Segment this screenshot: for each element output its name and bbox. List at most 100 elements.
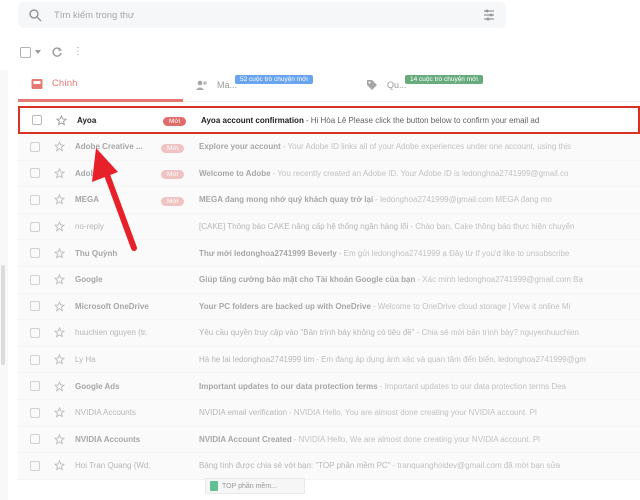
email-subject: Giúp tăng cường bảo mật cho Tài khoản Go…	[199, 275, 416, 285]
row-checkbox[interactable]	[30, 301, 40, 312]
star-icon[interactable]	[54, 300, 65, 312]
email-row[interactable]: Google Ads Important updates to our data…	[18, 373, 640, 400]
red-arrow-annotation	[92, 148, 137, 251]
select-all-checkbox[interactable]	[20, 46, 31, 58]
email-subject: Bảng tính được chia sẻ với bạn: "TOP phầ…	[199, 461, 391, 471]
sender-name: huuchien nguyen (tr.	[75, 328, 148, 338]
row-checkbox[interactable]	[30, 460, 40, 471]
tab-promotions-label: Qu...	[387, 80, 407, 90]
row-checkbox[interactable]	[30, 354, 40, 365]
sender-name: Hoi Tran Quang (Wd.	[75, 461, 151, 471]
people-icon	[196, 80, 207, 90]
star-icon[interactable]	[54, 167, 65, 179]
email-subject: Important updates to our data protection…	[199, 381, 378, 391]
sender-name: NVIDIA Accounts	[75, 408, 136, 418]
new-badge-cell: Mới	[163, 115, 201, 126]
email-snippet: - Chia sẻ mời bản trình bày? nguyenhuuch…	[416, 328, 579, 338]
email-row[interactable]: Microsoft OneDrive Your PC folders are b…	[18, 293, 640, 321]
row-checkbox[interactable]	[30, 194, 40, 205]
email-snippet: - Chào bạn, Cake thông báo thực hiện chu…	[410, 222, 575, 232]
star-icon[interactable]	[54, 141, 65, 152]
new-badge: Mới	[161, 143, 185, 153]
email-subject: Your PC folders are backed up with OneDr…	[199, 301, 371, 311]
star-icon[interactable]	[54, 274, 65, 285]
row-checkbox[interactable]	[30, 407, 40, 418]
attachment-label: TOP phần mềm...	[222, 482, 277, 490]
row-checkbox[interactable]	[30, 141, 40, 152]
spreadsheet-icon	[210, 481, 218, 491]
star-icon[interactable]	[56, 114, 67, 126]
sender-name: Google Ads	[75, 381, 120, 391]
email-subject: Yêu cầu quyền truy cập vào "Bản trình bà…	[199, 328, 415, 338]
sender-name: NVIDIA Accounts	[75, 434, 141, 444]
scrollbar[interactable]	[1, 265, 5, 365]
star-icon[interactable]	[54, 194, 65, 206]
email-row[interactable]: Google Giúp tăng cường bảo mật cho Tài k…	[18, 266, 640, 294]
email-snippet: - tranquanghoidev@gmail.com đã mời bạn s…	[392, 461, 561, 471]
inbox-icon	[31, 78, 43, 89]
sender-name: Microsoft OneDrive	[75, 301, 149, 311]
sender-name: Google	[75, 275, 103, 285]
tab-promotions-badge: 14 cuộc trò chuyện mới	[405, 75, 483, 84]
tab-social-badge: 52 cuộc trò chuyện mới	[235, 75, 313, 84]
select-dropdown-icon[interactable]	[35, 50, 41, 54]
email-snippet: - Xác minh ledonghoa2741999@gmail.com Bạ	[417, 275, 583, 285]
row-checkbox[interactable]	[30, 221, 40, 232]
star-icon[interactable]	[54, 407, 65, 418]
tab-primary-label: Chính	[52, 78, 78, 89]
more-options-icon[interactable]: ⋮	[73, 47, 83, 57]
tab-promotions[interactable]: Qu... 14 cuộc trò chuyện mới	[353, 68, 543, 102]
new-badge: Mới	[163, 117, 187, 126]
star-icon[interactable]	[54, 221, 65, 232]
email-subject: Hà hẹ lai ledonghoa2741999 tim	[199, 355, 315, 365]
row-checkbox[interactable]	[32, 115, 42, 125]
email-snippet: - NVIDIA Hello, We are almost done creat…	[293, 434, 540, 444]
refresh-icon[interactable]	[51, 46, 63, 58]
star-icon[interactable]	[54, 460, 65, 472]
email-snippet: - Your Adobe ID links all of your Adobe …	[282, 142, 571, 152]
email-row[interactable]: NVIDIA Accounts NVIDIA Account Created -…	[18, 426, 640, 454]
email-snippet: - Welcome to OneDrive cloud storage | Vi…	[372, 301, 571, 311]
attachment-chip[interactable]: TOP phần mềm...	[205, 478, 305, 494]
sender-name: Ly Ha	[75, 355, 96, 365]
new-badge: Mới	[161, 196, 185, 206]
category-tabs: Chính Ma... 52 cuộc trò chuyện mới Qu...…	[18, 68, 640, 102]
email-snippet: - NVIDIA Hello, You are almost done crea…	[289, 408, 537, 418]
row-checkbox[interactable]	[30, 381, 40, 392]
email-subject: Ayoa account confirmation	[201, 115, 304, 125]
star-icon[interactable]	[54, 380, 65, 392]
email-snippet: - ledonghoa2741999@gmail.com MEGA đang m…	[375, 195, 552, 205]
tag-icon	[367, 80, 377, 90]
search-input[interactable]	[54, 9, 434, 21]
tab-social[interactable]: Ma... 52 cuộc trò chuyện mới	[183, 68, 353, 102]
new-badge: Mới	[161, 170, 185, 180]
star-icon[interactable]	[54, 354, 65, 365]
email-row-highlighted[interactable]: Ayoa Mới Ayoa account confirmation - Hi …	[18, 106, 640, 134]
row-checkbox[interactable]	[30, 434, 40, 445]
email-row[interactable]: Hoi Tran Quang (Wd. Bảng tính được chia …	[18, 453, 640, 480]
email-subject: MEGA đang mong nhớ quý khách quay trở lạ…	[199, 195, 374, 205]
email-snippet: - Em gửi ledonghoa2741999 ạ Đây từ If yo…	[338, 248, 570, 258]
search-icon[interactable]	[28, 8, 42, 22]
row-checkbox[interactable]	[30, 168, 40, 179]
star-icon[interactable]	[54, 327, 65, 339]
email-subject: Welcome to Adobe	[199, 168, 271, 178]
sender-name: Ayoa	[77, 115, 97, 125]
email-snippet: - Hi Hòa Lê Please click the button belo…	[305, 115, 540, 125]
search-bar[interactable]	[18, 2, 506, 28]
star-icon[interactable]	[54, 247, 65, 259]
search-options-icon[interactable]	[482, 8, 496, 22]
tab-social-label: Ma...	[217, 80, 238, 90]
row-checkbox[interactable]	[30, 274, 40, 285]
email-row[interactable]: huuchien nguyen (tr. Yêu cầu quyền truy …	[18, 320, 640, 347]
email-row[interactable]: Ly Ha Hà hẹ lai ledonghoa2741999 tim - E…	[18, 346, 640, 374]
tab-primary[interactable]: Chính	[18, 68, 183, 102]
row-checkbox[interactable]	[30, 327, 40, 338]
row-checkbox[interactable]	[30, 248, 40, 259]
email-row[interactable]: NVIDIA Accounts NVIDIA email verificatio…	[18, 399, 640, 427]
email-snippet: - Important updates to our data protecti…	[379, 381, 567, 391]
email-subject: [CAKE] Thông báo CAKE nâng cấp hệ thống …	[199, 222, 409, 232]
email-subject: Explore your account	[199, 142, 281, 152]
star-icon[interactable]	[54, 433, 65, 445]
email-subject: NVIDIA email verification	[199, 408, 288, 418]
